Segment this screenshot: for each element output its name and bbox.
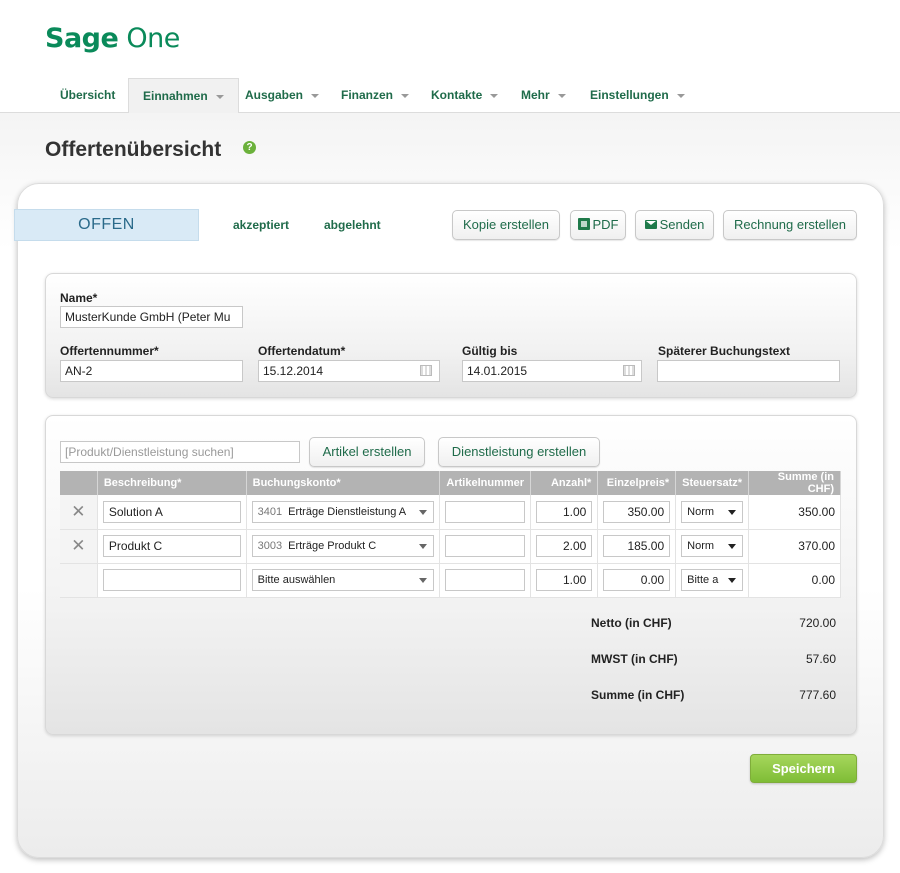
send-button[interactable]: Senden bbox=[635, 210, 714, 240]
chevron-down-icon bbox=[419, 578, 428, 583]
chevron-down-icon bbox=[401, 93, 410, 98]
status-tab-abgelehnt[interactable]: abgelehnt bbox=[324, 218, 381, 232]
column-header-quantity: Anzahl* bbox=[530, 471, 599, 495]
help-icon[interactable]: ? bbox=[243, 141, 256, 154]
save-button[interactable]: Speichern bbox=[750, 754, 857, 783]
column-header-sum: Summe (in CHF) bbox=[748, 471, 841, 495]
table-header-row: Beschreibung* Buchungskonto* Artikelnumm… bbox=[60, 471, 841, 495]
quote-date-label: Offertendatum* bbox=[258, 344, 346, 358]
nav-uebersicht[interactable]: Übersicht bbox=[60, 78, 115, 113]
chevron-down-icon bbox=[215, 94, 224, 99]
vat-value: 57.60 bbox=[805, 652, 836, 666]
calendar-icon[interactable] bbox=[623, 365, 635, 376]
booking-text-label: Späterer Buchungstext bbox=[658, 344, 791, 358]
column-header-tax-rate: Steuersatz* bbox=[675, 471, 750, 495]
article-number-input[interactable] bbox=[445, 535, 526, 557]
create-invoice-button[interactable]: Rechnung erstellen bbox=[723, 210, 857, 240]
line-items-table: Beschreibung* Buchungskonto* Artikelnumm… bbox=[60, 471, 841, 598]
column-header-unit-price: Einzelpreis* bbox=[597, 471, 677, 495]
tax-rate-select[interactable]: Norm bbox=[681, 535, 744, 557]
nav-ausgaben[interactable]: Ausgaben bbox=[245, 78, 320, 113]
quantity-input[interactable]: 2.00 bbox=[536, 535, 593, 557]
chevron-down-icon bbox=[419, 509, 428, 515]
remove-row-icon[interactable]: ✕ bbox=[71, 536, 85, 555]
copy-button[interactable]: Kopie erstellen bbox=[452, 210, 560, 240]
pdf-icon bbox=[577, 218, 590, 230]
net-value: 720.00 bbox=[799, 616, 836, 630]
chevron-down-icon bbox=[311, 93, 320, 98]
account-select[interactable]: 3401 Erträge Dienstleistung A bbox=[251, 500, 435, 523]
item-search-input[interactable]: [Produkt/Dienstleistung suchen] bbox=[60, 441, 300, 463]
column-header-remove bbox=[60, 471, 98, 495]
chevron-down-icon bbox=[728, 544, 737, 549]
net-label: Netto (in CHF) bbox=[591, 616, 672, 630]
pdf-button[interactable]: PDF bbox=[570, 210, 626, 240]
total-value: 777.60 bbox=[799, 688, 836, 702]
name-label: Name* bbox=[60, 291, 98, 305]
row-sum: 350.00 bbox=[748, 495, 841, 530]
description-input[interactable]: Solution A bbox=[102, 500, 241, 523]
total-label: Summe (in CHF) bbox=[591, 688, 685, 702]
description-input[interactable] bbox=[102, 569, 241, 591]
quantity-input[interactable]: 1.00 bbox=[536, 500, 593, 523]
sage-one-logo[interactable]: Sage One bbox=[45, 23, 180, 54]
status-tab-offen[interactable]: OFFEN bbox=[14, 209, 199, 241]
unit-price-input[interactable]: 0.00 bbox=[603, 569, 671, 591]
chevron-down-icon bbox=[557, 93, 566, 98]
chevron-down-icon bbox=[728, 509, 737, 515]
table-row: ✕ Produkt C 3003 Erträge Produkt C 2.00 1… bbox=[60, 529, 841, 564]
table-row: ✕ Solution A 3401 Erträge Dienstleistung … bbox=[60, 495, 841, 530]
quote-date-input[interactable]: 15.12.2014 bbox=[258, 360, 440, 382]
nav-einnahmen[interactable]: Einnahmen bbox=[128, 78, 239, 114]
quote-number-input[interactable]: AN-2 bbox=[60, 360, 243, 382]
column-header-description: Beschreibung* bbox=[97, 471, 247, 495]
quote-number-label: Offertennummer* bbox=[60, 344, 159, 358]
create-service-button[interactable]: Dienstleistung erstellen bbox=[438, 437, 600, 467]
booking-text-input[interactable] bbox=[657, 360, 840, 382]
tax-rate-select[interactable]: Bitte a bbox=[681, 569, 744, 591]
valid-until-label: Gültig bis bbox=[462, 344, 518, 358]
mail-icon bbox=[644, 220, 657, 229]
article-number-input[interactable] bbox=[445, 569, 526, 591]
chevron-down-icon bbox=[728, 578, 737, 583]
tax-rate-select[interactable]: Norm bbox=[681, 500, 744, 523]
account-select[interactable]: Bitte auswählen bbox=[251, 569, 435, 591]
chevron-down-icon bbox=[676, 93, 685, 98]
chevron-down-icon bbox=[419, 544, 428, 549]
nav-finanzen[interactable]: Finanzen bbox=[341, 78, 410, 113]
quantity-input[interactable]: 1.00 bbox=[536, 569, 593, 591]
nav-kontakte[interactable]: Kontakte bbox=[431, 78, 499, 113]
calendar-icon[interactable] bbox=[420, 365, 432, 376]
vat-label: MWST (in CHF) bbox=[591, 652, 678, 666]
main-nav: Übersicht Einnahmen Ausgaben Finanzen Ko… bbox=[0, 78, 900, 114]
nav-mehr[interactable]: Mehr bbox=[521, 78, 566, 113]
valid-until-input[interactable]: 14.01.2015 bbox=[462, 360, 642, 382]
account-select[interactable]: 3003 Erträge Produkt C bbox=[251, 535, 435, 557]
chevron-down-icon bbox=[490, 93, 499, 98]
row-sum: 0.00 bbox=[748, 563, 841, 598]
column-header-account: Buchungskonto* bbox=[246, 471, 441, 495]
table-row: Bitte auswählen 1.00 0.00 Bitte a 0.00 bbox=[60, 563, 841, 598]
nav-einstellungen[interactable]: Einstellungen bbox=[590, 78, 685, 113]
description-input[interactable]: Produkt C bbox=[102, 535, 241, 557]
create-article-button[interactable]: Artikel erstellen bbox=[309, 437, 425, 467]
name-input[interactable]: MusterKunde GmbH (Peter Mu bbox=[60, 306, 243, 328]
page-title: Offertenübersicht bbox=[45, 138, 222, 161]
remove-row-icon[interactable]: ✕ bbox=[71, 502, 85, 521]
unit-price-input[interactable]: 185.00 bbox=[603, 535, 671, 557]
status-tab-akzeptiert[interactable]: akzeptiert bbox=[233, 218, 289, 232]
unit-price-input[interactable]: 350.00 bbox=[603, 500, 671, 523]
article-number-input[interactable] bbox=[445, 500, 526, 523]
column-header-article-number: Artikelnummer bbox=[439, 471, 532, 495]
row-sum: 370.00 bbox=[748, 529, 841, 564]
